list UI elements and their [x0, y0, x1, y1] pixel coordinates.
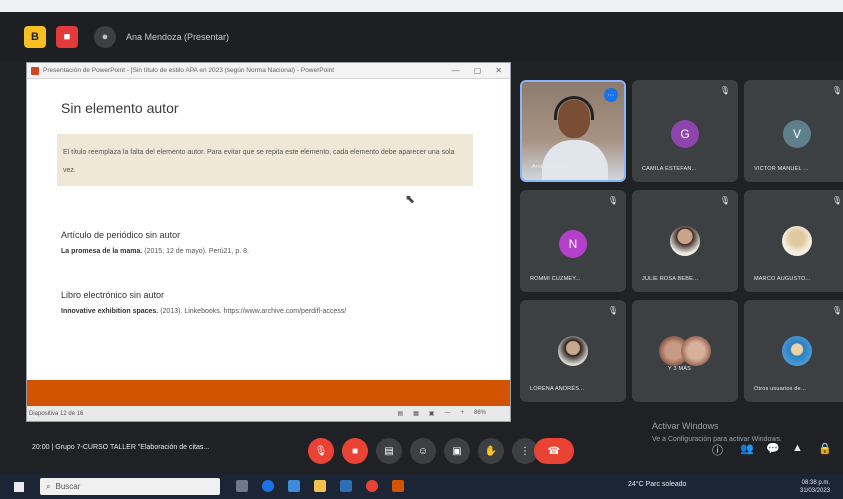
mouse-cursor-icon: ⬉: [405, 192, 416, 206]
normal-view-icon[interactable]: ▤: [397, 410, 403, 417]
powerpoint-statusbar: Diapositiva 12 de 16 ▤ ▦ ▣ — + 86%: [27, 406, 510, 421]
participant-name: MARCO AUGUSTO...: [754, 276, 811, 282]
stop-presenting-button[interactable]: ■: [56, 26, 78, 48]
end-call-button[interactable]: ☎: [534, 438, 574, 464]
section1-bold: La promesa de la mama.: [61, 248, 143, 255]
mic-off-icon: 🎙: [719, 86, 730, 95]
powerpoint-taskbar-icon[interactable]: [392, 480, 404, 492]
meeting-control-bar: 20:00 | Grupo 7-CURSO TALLER "Elaboració…: [0, 430, 843, 472]
mic-off-icon: 🎙: [831, 86, 842, 95]
participant-tile[interactable]: 🎙 G CAMILA ESTEFAN...: [632, 80, 738, 182]
participant-name: VICTOR MANUEL ...: [754, 166, 809, 172]
avatar-photo: [782, 336, 812, 366]
section2-bold: Innovative exhibition spaces.: [61, 308, 159, 315]
clock-time: 08:38 p.m.: [801, 480, 831, 486]
edge-icon[interactable]: [262, 480, 274, 492]
participant-tile[interactable]: 🎙 V VICTOR MANUEL ...: [744, 80, 843, 182]
search-icon: ⌕: [46, 481, 51, 491]
file-explorer-icon[interactable]: [314, 480, 326, 492]
participant-name: JULIE ROSA BEBE...: [642, 276, 699, 282]
participant-name: Ana Mendoza: [532, 164, 569, 170]
participant-name: Otros usuarios de...: [754, 386, 806, 392]
captions-button[interactable]: ▤: [376, 438, 402, 464]
participant-tile-group[interactable]: Y 3 MÁS: [632, 300, 738, 402]
raise-hand-button[interactable]: ✋: [478, 438, 504, 464]
lock-icon[interactable]: 🔒: [818, 442, 832, 455]
top-bar: B ■ ● Ana Mendoza (Presentar): [0, 12, 843, 62]
mail-icon[interactable]: [340, 480, 352, 492]
participant-tile[interactable]: 🎙 JULIE ROSA BEBE...: [632, 190, 738, 292]
avatar: N: [559, 230, 587, 258]
avatar-photo: [782, 226, 812, 256]
mic-toggle-button[interactable]: 🎙: [308, 438, 334, 464]
slide-footer-bar: [27, 380, 510, 406]
presenter-avatar-icon: ●: [94, 26, 116, 48]
zoom-in-button[interactable]: +: [460, 410, 464, 417]
section1-rest: (2015, 12 de mayo). Perú21, p. 8.: [142, 248, 249, 255]
slide: Sin elemento autor El título reemplaza l…: [27, 80, 510, 380]
store-icon[interactable]: [288, 480, 300, 492]
section1-heading: Artículo de periódico sin autor: [61, 230, 181, 240]
mic-off-icon: 🎙: [607, 306, 618, 315]
maximize-button[interactable]: ▢: [474, 66, 482, 75]
present-button[interactable]: ▣: [444, 438, 470, 464]
slide-title: Sin elemento autor: [61, 100, 179, 116]
presenter-title: Ana Mendoza (Presentar): [126, 32, 230, 42]
app-icon-yellow[interactable]: B: [24, 26, 46, 48]
mic-off-icon: 🎙: [831, 306, 842, 315]
meeting-info: 20:00 | Grupo 7-CURSO TALLER "Elaboració…: [32, 444, 210, 451]
powerpoint-icon: [31, 66, 39, 75]
avatar: G: [671, 120, 699, 148]
section2-rest: (2013). Linkebooks. https://www.archive.…: [158, 308, 347, 315]
participant-tile[interactable]: 🎙 N ROMMI CUZMEY...: [520, 190, 626, 292]
slide-counter: Diapositiva 12 de 16: [29, 410, 84, 417]
weather-tray[interactable]: 24°C Parc soleado: [628, 481, 686, 488]
windows-taskbar: ⌕ Buscar 24°C Parc soleado 08:38 p.m. 31…: [0, 474, 843, 499]
info-icon[interactable]: ⓘ: [712, 442, 723, 458]
chat-icon[interactable]: 💬: [766, 442, 780, 455]
avatar-photo: [558, 336, 588, 366]
participant-name: CAMILA ESTEFAN...: [642, 166, 697, 172]
shared-presentation-window: Presentación de PowerPoint - [Sin título…: [26, 62, 511, 422]
camera-toggle-button[interactable]: ■: [342, 438, 368, 464]
participant-tile[interactable]: 🎙 MARCO AUGUSTO...: [744, 190, 843, 292]
zoom-level[interactable]: 86%: [474, 410, 486, 417]
mic-off-icon: 🎙: [831, 196, 842, 205]
avatar-photo: [680, 336, 711, 366]
speaking-indicator-icon: ⋯: [604, 88, 618, 102]
window-title: Presentación de PowerPoint - [Sin título…: [43, 67, 335, 74]
section2-reference: Innovative exhibition spaces. (2013). Li…: [61, 308, 346, 315]
participant-name: ROMMI CUZMEY...: [530, 276, 581, 282]
task-view-icon[interactable]: [236, 480, 248, 492]
mic-off-icon: 🎙: [719, 196, 730, 205]
taskbar-clock[interactable]: 08:38 p.m. 31/03/2023: [800, 479, 830, 495]
windows-start-icon[interactable]: [14, 482, 24, 492]
top-strip: [0, 0, 843, 12]
minimize-button[interactable]: —: [452, 66, 460, 75]
participant-name: LORENA ANDRÉS...: [530, 386, 585, 392]
powerpoint-titlebar: Presentación de PowerPoint - [Sin título…: [27, 63, 510, 79]
activities-icon[interactable]: ▲: [792, 442, 803, 454]
zoom-out-button[interactable]: —: [444, 410, 450, 417]
chrome-icon[interactable]: [366, 480, 378, 492]
reading-view-icon[interactable]: ▣: [429, 410, 435, 417]
mic-off-icon: 🎙: [607, 196, 618, 205]
participant-grid: ⋯ Ana Mendoza 🎙 G CAMILA ESTEFAN... 🎙 V …: [518, 78, 843, 403]
reactions-button[interactable]: ☺: [410, 438, 436, 464]
participant-tile[interactable]: 🎙 Otros usuarios de...: [744, 300, 843, 402]
section1-reference: La promesa de la mama. (2015, 12 de mayo…: [61, 248, 249, 255]
participant-tile-ana[interactable]: ⋯ Ana Mendoza: [520, 80, 626, 182]
participant-name: Y 3 MÁS: [668, 366, 692, 372]
avatar: V: [783, 120, 811, 148]
clock-date: 31/03/2023: [800, 488, 831, 494]
slide-callout: El título reemplaza la falta del element…: [57, 134, 473, 186]
people-icon[interactable]: 👥: [740, 442, 754, 455]
sorter-view-icon[interactable]: ▦: [413, 410, 419, 417]
close-button[interactable]: ✕: [495, 66, 502, 75]
section2-heading: Libro electrónico sin autor: [61, 290, 165, 300]
taskbar-search[interactable]: ⌕ Buscar: [40, 478, 220, 495]
avatar-photo: [670, 226, 700, 256]
search-placeholder: Buscar: [55, 482, 81, 491]
participant-tile[interactable]: 🎙 LORENA ANDRÉS...: [520, 300, 626, 402]
